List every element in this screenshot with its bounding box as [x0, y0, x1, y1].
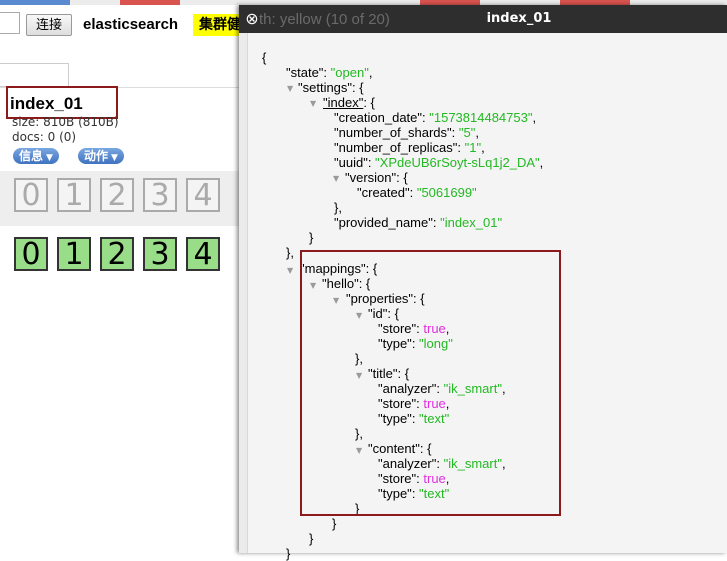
json-row-provided-name: "provided_name": "index_01" — [334, 215, 503, 230]
info-menu-button[interactable]: 信息 ▼ — [13, 148, 59, 164]
chevron-down-icon: ▼ — [46, 153, 53, 163]
close-icon[interactable]: ⊗ — [243, 10, 261, 28]
index-docs: docs: 0 (0) — [12, 130, 77, 144]
json-close-brace: } — [309, 531, 314, 546]
column-header-cell — [0, 63, 69, 87]
app-brand: elasticsearch — [83, 16, 179, 33]
json-close-brace: }, — [286, 245, 294, 260]
assigned-shard[interactable]: 0 — [14, 237, 48, 271]
json-row-settings: "settings": { — [298, 80, 364, 95]
index-size: size: 810B (810B) — [12, 115, 119, 129]
json-open-brace: { — [262, 50, 267, 65]
json-row-created: "created": "5061699" — [357, 185, 477, 200]
assigned-shard[interactable]: 2 — [100, 237, 134, 271]
assigned-shard[interactable]: 1 — [57, 237, 91, 271]
dialog-header: th: yellow (10 of 20) index_01 ⊗ — [239, 5, 727, 33]
chevron-down-icon: ▼ — [111, 153, 118, 163]
action-menu-button[interactable]: 动作 ▼ — [78, 148, 124, 164]
unassigned-shard[interactable]: 2 — [100, 178, 134, 212]
connect-button[interactable]: 连接 — [26, 14, 72, 36]
info-menu-label: 信息 — [19, 149, 44, 163]
index-panel: index_01 size: 810B (810B) docs: 0 (0) 信… — [0, 41, 240, 553]
json-row-index: "index": { — [323, 95, 375, 110]
unassigned-shard[interactable]: 1 — [57, 178, 91, 212]
unassigned-shard[interactable]: 4 — [186, 178, 220, 212]
assigned-shard[interactable]: 4 — [186, 237, 220, 271]
json-row-number-of-replicas: "number_of_replicas": "1", — [334, 140, 485, 155]
json-row-creation-date: "creation_date": "1573814484753", — [334, 110, 537, 125]
unassigned-shard[interactable]: 3 — [143, 178, 177, 212]
json-row-version: "version": { — [345, 170, 408, 185]
action-menu-label: 动作 — [84, 149, 109, 163]
dialog-title: index_01 — [486, 11, 552, 26]
json-close-brace: } — [286, 546, 291, 561]
unassigned-shard[interactable]: 0 — [14, 178, 48, 212]
json-close-brace: } — [332, 516, 337, 531]
json-close-brace: }, — [334, 200, 342, 215]
collapse-triangle-icon[interactable]: ▼ — [310, 96, 316, 111]
assigned-shard[interactable]: 3 — [143, 237, 177, 271]
json-close-brace: } — [309, 230, 314, 245]
mappings-highlight-box — [300, 250, 561, 516]
collapse-triangle-icon[interactable]: ▼ — [287, 81, 293, 96]
collapse-triangle-icon[interactable]: ▼ — [333, 171, 339, 186]
cluster-url-input[interactable] — [0, 12, 20, 34]
json-row-number-of-shards: "number_of_shards": "5", — [334, 125, 479, 140]
json-row-uuid: "uuid": "XPdeUB6rSoyt-sLq1j2_DA", — [334, 155, 544, 170]
collapse-triangle-icon[interactable]: ▼ — [287, 263, 293, 278]
json-row-state: "state": "open", — [286, 65, 373, 80]
